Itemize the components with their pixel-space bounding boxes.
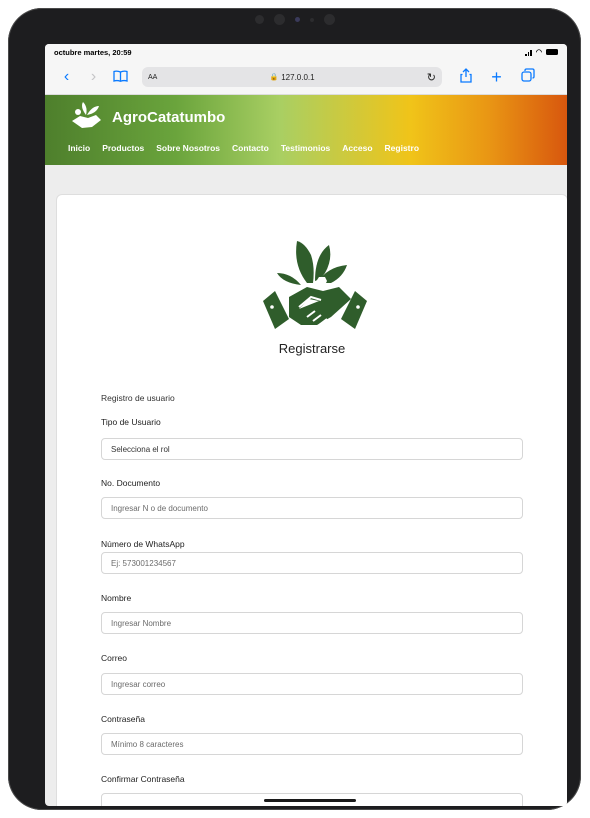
signal-icon xyxy=(525,49,532,56)
nav-registro[interactable]: Registro xyxy=(385,143,419,153)
screen: octubre martes, 20:59 ◠ ‹ › AA 🔒 127.0.0… xyxy=(45,44,567,806)
register-card: Registrarse Registro de usuario Tipo de … xyxy=(56,194,567,806)
field-label-tipo-usuario: Tipo de Usuario xyxy=(101,417,161,427)
lock-icon: 🔒 xyxy=(269,74,279,81)
password-input[interactable]: Mínimo 8 caracteres xyxy=(101,733,523,755)
status-bar: octubre martes, 20:59 ◠ xyxy=(45,44,567,60)
email-input[interactable]: Ingresar correo xyxy=(101,673,523,695)
main-nav: Inicio Productos Sobre Nosotros Contacto… xyxy=(68,143,419,153)
field-label-documento: No. Documento xyxy=(101,478,161,488)
brand-logo-icon xyxy=(72,102,101,128)
field-label-contrasena: Contraseña xyxy=(101,714,145,724)
whatsapp-input[interactable]: Ej: 573001234567 xyxy=(101,552,523,574)
back-icon[interactable]: ‹ xyxy=(53,69,80,85)
reload-icon[interactable]: ↻ xyxy=(427,71,436,84)
forward-icon[interactable]: › xyxy=(80,69,107,85)
site-header: AgroCatatumbo Inicio Productos Sobre Nos… xyxy=(45,95,567,165)
brand[interactable]: AgroCatatumbo xyxy=(68,101,225,133)
agro-logo xyxy=(255,221,375,339)
nav-acceso[interactable]: Acceso xyxy=(342,143,372,153)
tablet-frame: octubre martes, 20:59 ◠ ‹ › AA 🔒 127.0.0… xyxy=(8,8,581,810)
wifi-icon: ◠ xyxy=(535,49,542,56)
url-text: 127.0.0.1 xyxy=(281,72,315,82)
home-indicator[interactable] xyxy=(264,799,356,802)
camera-bar xyxy=(254,14,335,25)
brand-name: AgroCatatumbo xyxy=(112,108,226,126)
browser-toolbar: ‹ › AA 🔒 127.0.0.1 ↻ + xyxy=(45,60,567,95)
handshake-plant-icon xyxy=(263,241,367,329)
nav-sobre-nosotros[interactable]: Sobre Nosotros xyxy=(156,143,220,153)
field-label-nombre: Nombre xyxy=(101,593,132,603)
nav-testimonios[interactable]: Testimonios xyxy=(281,143,330,153)
status-time: octubre martes, 20:59 xyxy=(54,47,132,57)
field-label-confirmar: Confirmar Contraseña xyxy=(101,774,185,784)
role-select[interactable]: Selecciona el rol xyxy=(101,438,523,460)
name-input[interactable]: Ingresar Nombre xyxy=(101,612,523,634)
new-tab-icon[interactable]: + xyxy=(483,68,510,87)
page-title: Registrarse xyxy=(278,341,346,356)
nav-productos[interactable]: Productos xyxy=(102,143,144,153)
field-label-correo: Correo xyxy=(101,653,127,663)
document-input[interactable]: Ingresar N o de documento xyxy=(101,497,523,519)
share-icon[interactable] xyxy=(452,67,479,87)
reader-button[interactable]: AA xyxy=(148,74,157,81)
battery-icon xyxy=(546,49,558,55)
address-bar[interactable]: AA 🔒 127.0.0.1 ↻ xyxy=(142,67,442,87)
tabs-icon[interactable] xyxy=(514,67,541,87)
field-label-whatsapp: Número de WhatsApp xyxy=(101,539,185,549)
nav-inicio[interactable]: Inicio xyxy=(68,143,90,153)
section-title: Registro de usuario xyxy=(101,393,175,403)
bookmarks-icon[interactable] xyxy=(107,70,134,84)
nav-contacto[interactable]: Contacto xyxy=(232,143,269,153)
